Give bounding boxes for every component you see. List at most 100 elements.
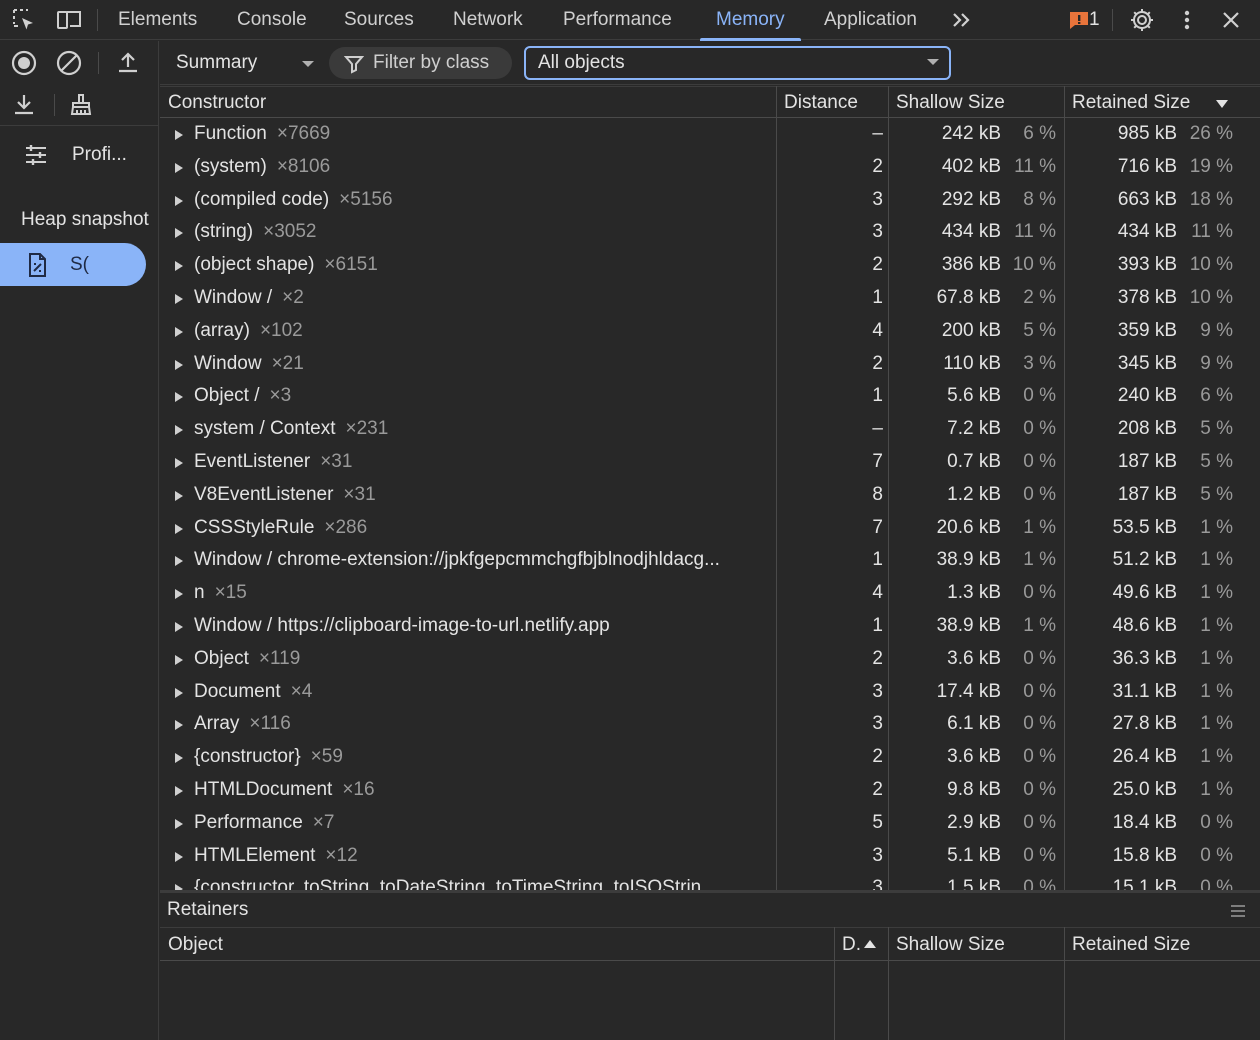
shallow-size-value: 7.2 kB [947, 418, 1001, 440]
expand-triangle-icon[interactable] [175, 457, 183, 468]
distance-value: 2 [872, 746, 883, 768]
distance-value: 3 [872, 221, 883, 243]
expand-triangle-icon[interactable] [175, 851, 183, 862]
expand-triangle-icon[interactable] [175, 392, 183, 403]
issues-count[interactable]: 1 [1089, 0, 1100, 40]
table-row[interactable]: Array ×116 3 6.1 kB 0 % 27.8 kB 1 % [160, 708, 1260, 741]
table-row[interactable]: (string) ×3052 3 434 kB 11 % 434 kB 11 % [160, 216, 1260, 249]
table-row[interactable]: CSSStyleRule ×286 7 20.6 kB 1 % 53.5 kB 1 % [160, 512, 1260, 545]
view-select[interactable]: Summary [176, 49, 316, 77]
table-row[interactable]: HTMLElement ×12 3 5.1 kB 0 % 15.8 kB 0 % [160, 840, 1260, 873]
retained-size-percent: 0 % [1200, 811, 1233, 833]
column-header-retained-size[interactable]: Retained Size [1064, 928, 1190, 962]
snapshot-item[interactable]: S( [0, 243, 146, 286]
shallow-size-percent: 8 % [1023, 188, 1056, 210]
distance-value: 5 [872, 811, 883, 833]
column-divider[interactable] [834, 927, 835, 1040]
table-row[interactable]: Function ×7669 – 242 kB 6 % 985 kB 26 % [160, 118, 1260, 151]
record-icon[interactable] [10, 49, 38, 77]
tab-memory[interactable]: Memory [700, 0, 801, 41]
table-row[interactable]: HTMLDocument ×16 2 9.8 kB 0 % 25.0 kB 1 % [160, 774, 1260, 807]
table-row[interactable]: Window / https://clipboard-image-to-url.… [160, 610, 1260, 643]
upload-icon[interactable] [114, 49, 142, 77]
tab-elements[interactable]: Elements [118, 0, 197, 40]
table-row[interactable]: Object / ×3 1 5.6 kB 0 % 240 kB 6 % [160, 380, 1260, 413]
table-row[interactable]: (compiled code) ×5156 3 292 kB 8 % 663 kB 18 % [160, 184, 1260, 217]
column-divider[interactable] [888, 927, 889, 1040]
tab-application[interactable]: Application [824, 0, 917, 40]
column-header-retained-size[interactable]: Retained Size [1064, 87, 1190, 119]
table-row[interactable]: (system) ×8106 2 402 kB 11 % 716 kB 19 % [160, 151, 1260, 184]
expand-triangle-icon[interactable] [175, 326, 183, 337]
expand-triangle-icon[interactable] [175, 195, 183, 206]
sort-ascending-icon[interactable] [864, 940, 876, 948]
expand-triangle-icon[interactable] [175, 654, 183, 665]
expand-triangle-icon[interactable] [175, 490, 183, 501]
retained-size-value: 48.6 kB [1112, 614, 1177, 636]
expand-triangle-icon[interactable] [175, 818, 183, 829]
expand-triangle-icon[interactable] [175, 785, 183, 796]
table-row[interactable]: {constructor} ×59 2 3.6 kB 0 % 26.4 kB 1 % [160, 741, 1260, 774]
column-header-distance[interactable]: Distance [776, 87, 858, 119]
table-row[interactable]: (array) ×102 4 200 kB 5 % 359 kB 9 % [160, 315, 1260, 348]
table-row[interactable]: Window ×21 2 110 kB 3 % 345 kB 9 % [160, 348, 1260, 381]
shallow-size-percent: 0 % [1023, 418, 1056, 440]
settings-gear-icon[interactable] [1128, 6, 1156, 34]
clear-icon[interactable] [55, 49, 83, 77]
expand-triangle-icon[interactable] [175, 293, 183, 304]
table-row[interactable]: Window / ×2 1 67.8 kB 2 % 378 kB 10 % [160, 282, 1260, 315]
more-vertical-icon[interactable] [1173, 6, 1201, 34]
shallow-size-percent: 0 % [1023, 483, 1056, 505]
column-header-shallow-size[interactable]: Shallow Size [888, 928, 1005, 962]
objects-range-select[interactable]: All objects [524, 46, 951, 80]
expand-triangle-icon[interactable] [175, 130, 183, 140]
device-toolbar-icon[interactable] [55, 6, 83, 34]
retained-size-value: 378 kB [1117, 286, 1177, 308]
table-row[interactable]: Object ×119 2 3.6 kB 0 % 36.3 kB 1 % [160, 643, 1260, 676]
inspect-element-icon[interactable] [10, 6, 38, 34]
shallow-size-percent: 11 % [1014, 221, 1056, 243]
expand-triangle-icon[interactable] [175, 720, 183, 731]
table-row[interactable]: EventListener ×31 7 0.7 kB 0 % 187 kB 5 % [160, 446, 1260, 479]
expand-triangle-icon[interactable] [175, 753, 183, 764]
tab-console[interactable]: Console [237, 0, 307, 40]
expand-triangle-icon[interactable] [175, 359, 183, 370]
expand-triangle-icon[interactable] [175, 523, 183, 534]
expand-triangle-icon[interactable] [175, 621, 183, 632]
expand-triangle-icon[interactable] [175, 589, 183, 600]
shallow-size-percent: 0 % [1023, 450, 1056, 472]
table-row[interactable]: {constructor, toString, toDateString, to… [160, 872, 1260, 890]
column-header-shallow-size[interactable]: Shallow Size [888, 87, 1005, 119]
table-row[interactable]: Document ×4 3 17.4 kB 0 % 31.1 kB 1 % [160, 676, 1260, 709]
expand-triangle-icon[interactable] [175, 425, 183, 436]
garbage-collect-icon[interactable] [67, 91, 95, 119]
expand-triangle-icon[interactable] [175, 228, 183, 239]
tab-sources[interactable]: Sources [344, 0, 414, 40]
expand-triangle-icon[interactable] [175, 162, 183, 173]
tab-performance[interactable]: Performance [563, 0, 672, 40]
constructor-label: system / Context [194, 418, 336, 440]
table-row[interactable]: V8EventListener ×31 8 1.2 kB 0 % 187 kB 5 % [160, 479, 1260, 512]
profiles-label[interactable]: Profi... [72, 141, 127, 169]
column-header-constructor[interactable]: Constructor [160, 87, 266, 119]
expand-triangle-icon[interactable] [175, 261, 183, 272]
column-header-distance[interactable]: D. [834, 928, 861, 962]
table-row[interactable]: n ×15 4 1.3 kB 0 % 49.6 kB 1 % [160, 577, 1260, 610]
download-icon[interactable] [10, 91, 38, 119]
table-row[interactable]: Window / chrome-extension://jpkfgepcmmch… [160, 544, 1260, 577]
column-header-object[interactable]: Object [160, 928, 223, 962]
constructor-label: Object / [194, 385, 260, 407]
distance-value: 7 [872, 450, 883, 472]
expand-triangle-icon[interactable] [175, 687, 183, 698]
more-tabs-icon[interactable] [948, 6, 976, 34]
tab-network[interactable]: Network [453, 0, 523, 40]
close-icon[interactable] [1217, 6, 1245, 34]
expand-triangle-icon[interactable] [175, 556, 183, 567]
panel-menu-icon[interactable] [1228, 901, 1248, 921]
table-row[interactable]: Performance ×7 5 2.9 kB 0 % 18.4 kB 0 % [160, 807, 1260, 840]
table-row[interactable]: (object shape) ×6151 2 386 kB 10 % 393 kB 10 % [160, 249, 1260, 282]
sort-descending-icon[interactable] [1216, 100, 1228, 108]
table-row[interactable]: system / Context ×231 – 7.2 kB 0 % 208 kB 5 % [160, 413, 1260, 446]
column-divider[interactable] [1064, 927, 1065, 1040]
filter-by-class-button[interactable]: Filter by class [329, 47, 512, 79]
